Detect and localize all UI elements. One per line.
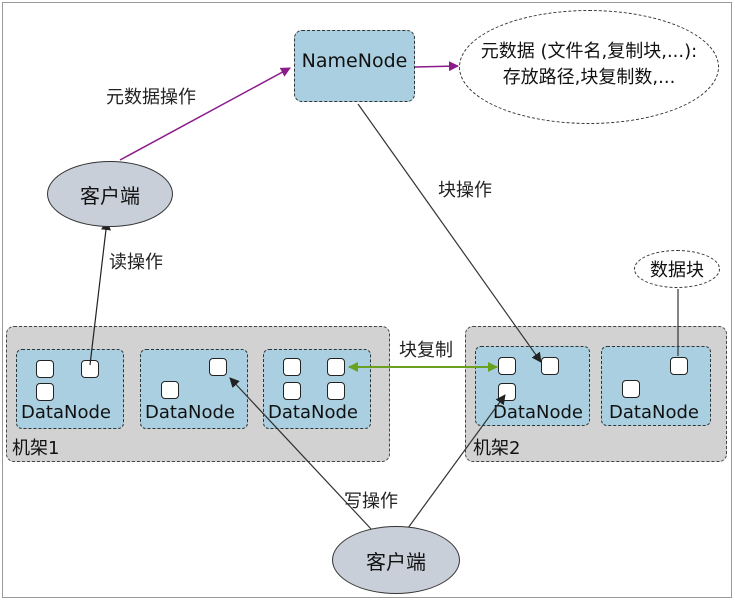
metadata-op-label: 元数据操作 — [106, 87, 196, 108]
block-op-arrow — [357, 103, 542, 363]
read-op-label: 读操作 — [109, 252, 163, 273]
write-op-arrow-rack2 — [407, 394, 506, 529]
namenode-label: NameNode — [301, 50, 408, 72]
client-top-label: 客户端 — [80, 183, 140, 208]
replication-label: 块复制 — [399, 340, 453, 361]
metadata-line-1: 元数据 (文件名,复制块,...): — [480, 41, 698, 62]
write-op-label: 写操作 — [344, 491, 398, 512]
client-bottom-label: 客户端 — [366, 549, 426, 574]
block-bubble-label: 数据块 — [650, 260, 704, 281]
read-op-arrow — [89, 220, 111, 366]
block-op-label: 块操作 — [438, 180, 492, 201]
namenode-to-metadata-arrow — [414, 61, 459, 72]
client-bottom: 客户端 — [332, 526, 460, 594]
metadata-line-2: 存放路径,块复制数,... — [502, 67, 676, 88]
client-top: 客户端 — [47, 161, 173, 227]
metadata-op-arrow — [119, 67, 291, 161]
metadata-bubble: 元数据 (文件名,复制块,...): 存放路径,块复制数,... — [459, 10, 719, 124]
block-bubble: 数据块 — [634, 250, 720, 288]
namenode-box: NameNode — [294, 30, 415, 102]
